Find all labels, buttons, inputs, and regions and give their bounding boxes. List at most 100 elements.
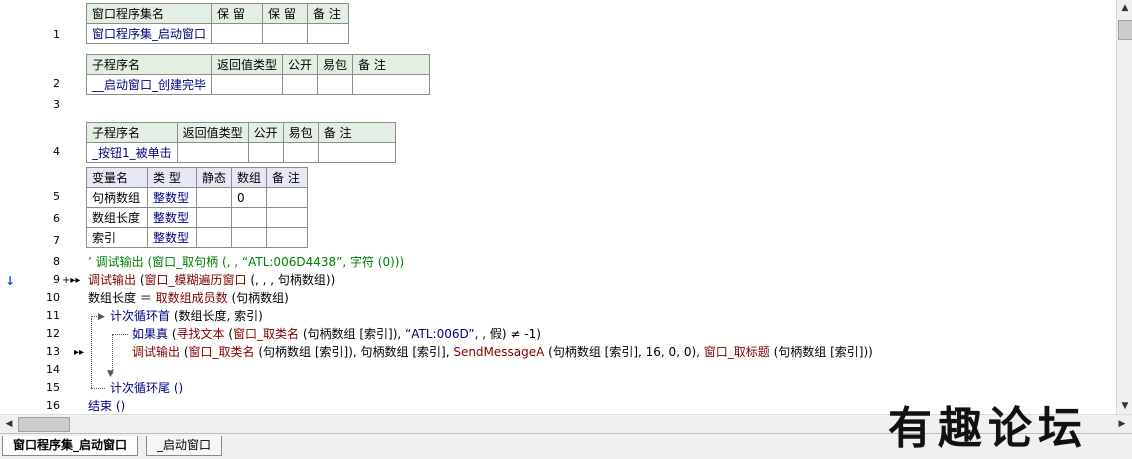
- code-line[interactable]: 调试输出 (窗口_取类名 (句柄数组 [索引]), 句柄数组 [索引], Sen…: [132, 344, 873, 360]
- table-cell[interactable]: [317, 142, 396, 163]
- table-cell[interactable]: [307, 23, 350, 44]
- table-cell[interactable]: 整数型: [147, 187, 197, 208]
- table-cell[interactable]: [195, 227, 233, 248]
- code-token: (, , , 句柄数组)): [246, 273, 336, 287]
- scroll-up-icon[interactable]: ▲: [1117, 0, 1132, 16]
- line-number: 1: [53, 28, 60, 41]
- code-line[interactable]: 计次循环尾 (): [110, 380, 183, 396]
- line-number: 9: [53, 273, 60, 286]
- code-token: (句柄数组 [索引]),: [299, 327, 406, 341]
- flow-arrow-icon: ▶: [98, 312, 105, 322]
- code-line[interactable]: 计次循环首 (数组长度, 索引): [110, 308, 263, 324]
- table-header: 静态: [195, 167, 233, 188]
- table-cell[interactable]: [282, 142, 319, 163]
- table-header: 备 注: [307, 3, 350, 24]
- table-cell[interactable]: 数组长度: [86, 207, 148, 228]
- code-token: (句柄数组): [227, 291, 289, 305]
- scroll-left-icon[interactable]: ◀: [1, 416, 17, 432]
- tab-program-set[interactable]: 窗口程序集_启动窗口: [2, 436, 139, 456]
- code-token: (: [180, 345, 189, 359]
- table-header: 易包: [282, 122, 319, 143]
- table-cell[interactable]: 整数型: [147, 207, 197, 228]
- table-cell[interactable]: __启动窗口_创建完毕: [85, 74, 213, 95]
- table-cell[interactable]: [211, 23, 264, 44]
- subprogram-table: 子程序名 返回值类型 公开 易包 备 注 _按钮1_被单击: [86, 122, 396, 163]
- table-header: 子程序名: [85, 54, 213, 75]
- code-token: “ATL:006D”: [405, 327, 475, 341]
- table-header: 备 注: [317, 122, 396, 143]
- code-token: 窗口_模糊遍历窗口: [144, 273, 247, 287]
- table-header: 变量名: [86, 167, 148, 188]
- line-number: 3: [53, 98, 60, 111]
- table-header: 备 注: [266, 167, 309, 188]
- code-token: 窗口_取类名: [233, 327, 300, 341]
- table-cell[interactable]: [247, 142, 284, 163]
- code-line[interactable]: 数组长度 ＝ 取数组成员数 (句柄数组): [88, 290, 289, 306]
- if-flow-line: [112, 334, 128, 335]
- table-cell[interactable]: 索引: [86, 227, 148, 248]
- line-number: 8: [53, 255, 60, 268]
- table-cell[interactable]: [282, 74, 319, 95]
- table-cell[interactable]: 句柄数组: [86, 187, 148, 208]
- vertical-scrollbar[interactable]: ▲ ▼: [1116, 0, 1132, 414]
- code-token: (数组长度, 索引): [170, 309, 263, 323]
- line-number: 14: [46, 363, 60, 376]
- table-cell[interactable]: 0: [231, 187, 268, 208]
- code-token: (句柄数组 [索引], 16, 0, 0),: [544, 345, 704, 359]
- breakpoint-arrow-icon[interactable]: ↓: [5, 273, 15, 289]
- code-token: (句柄数组 [索引]), 句柄数组 [索引],: [254, 345, 454, 359]
- code-line[interactable]: 调试输出 (窗口_模糊遍历窗口 (, , , 句柄数组)): [88, 272, 335, 288]
- expand-marker-icon[interactable]: ▸▸: [74, 345, 84, 361]
- table-cell[interactable]: [317, 74, 354, 95]
- line-number: 13: [46, 345, 60, 358]
- table-header: 返回值类型: [211, 54, 284, 75]
- table-cell[interactable]: [266, 187, 309, 208]
- code-token: 寻找文本: [176, 327, 225, 341]
- table-cell[interactable]: [266, 207, 309, 228]
- table-cell[interactable]: [266, 227, 309, 248]
- code-editor[interactable]: 1 2 3 4 5 6 7 8 9 10 11 12 13 14 15 16 ↓…: [0, 0, 1116, 414]
- line-number: 12: [46, 327, 60, 340]
- code-token: 如果真: [132, 327, 169, 341]
- code-token: 取数组成员数: [155, 291, 228, 305]
- local-variables-table: 变量名 类 型 静态 数组 备 注 句柄数组 整数型 0 数组长度 整数型 索引…: [86, 167, 309, 248]
- table-header: 数组: [231, 167, 268, 188]
- table-header: 易包: [317, 54, 354, 75]
- table-header: 子程序名: [86, 122, 178, 143]
- table-cell[interactable]: [231, 207, 268, 228]
- loop-flow-line: [91, 388, 105, 389]
- code-token: (句柄数组 [索引])): [769, 345, 873, 359]
- line-gutter: 1 2 3 4 5 6 7 8 9 10 11 12 13 14 15 16 ↓…: [0, 0, 84, 414]
- table-cell[interactable]: [211, 74, 284, 95]
- table-header: 类 型: [147, 167, 197, 188]
- table-cell[interactable]: [231, 227, 268, 248]
- table-cell[interactable]: [262, 23, 309, 44]
- code-line[interactable]: 如果真 (寻找文本 (窗口_取类名 (句柄数组 [索引]), “ATL:006D…: [132, 326, 541, 342]
- loop-flow-line: [91, 318, 92, 388]
- table-cell[interactable]: [352, 74, 431, 95]
- scrollbar-thumb[interactable]: [18, 417, 70, 432]
- table-header: 公开: [282, 54, 319, 75]
- line-number: 5: [53, 190, 60, 203]
- table-cell[interactable]: [195, 207, 233, 228]
- code-token: 窗口_取标题: [703, 345, 770, 359]
- table-cell[interactable]: _按钮1_被单击: [86, 142, 178, 163]
- code-line-comment[interactable]: ’ 调试输出 (窗口_取句柄 (, , “ATL:006D4438”, 字符 (…: [88, 254, 404, 270]
- line-number: 11: [46, 309, 60, 322]
- table-cell[interactable]: [195, 187, 233, 208]
- tab-start-window[interactable]: _启动窗口: [146, 436, 223, 456]
- expand-marker-icon[interactable]: +▸▸: [62, 273, 80, 289]
- table-header: 保 留: [211, 3, 264, 24]
- code-token: 数组长度: [88, 291, 137, 305]
- table-cell[interactable]: [176, 142, 249, 163]
- code-token: ＝: [136, 291, 156, 305]
- scroll-down-icon[interactable]: ▼: [1117, 398, 1132, 414]
- scroll-right-icon[interactable]: ▶: [1114, 416, 1130, 432]
- line-number: 16: [46, 399, 60, 412]
- code-token: 窗口_取类名: [188, 345, 255, 359]
- code-line[interactable]: 结束 (): [88, 398, 125, 414]
- line-number: 6: [53, 212, 60, 225]
- table-cell[interactable]: 窗口程序集_启动窗口: [85, 23, 213, 44]
- table-cell[interactable]: 整数型: [147, 227, 197, 248]
- scrollbar-thumb[interactable]: [1118, 20, 1132, 40]
